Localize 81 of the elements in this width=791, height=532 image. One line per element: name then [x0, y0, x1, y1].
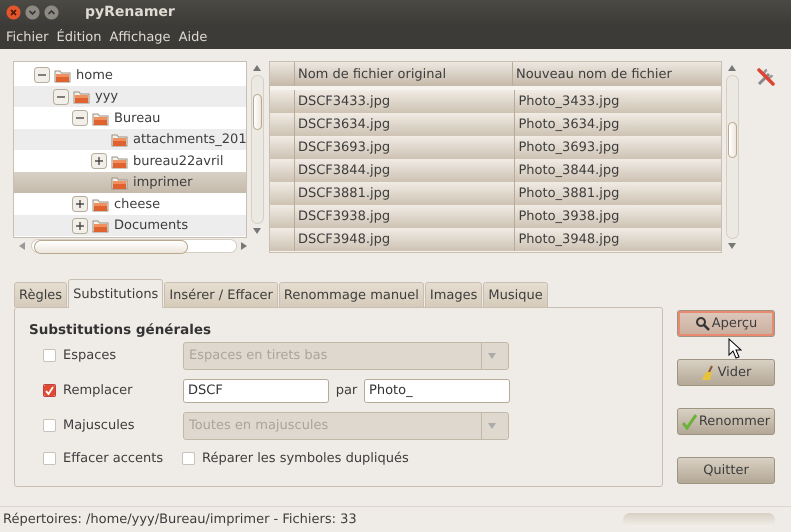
button[interactable]: Renommer [677, 408, 775, 436]
table-cell-text: Photo_3844.jpg [517, 162, 620, 180]
expand-icon[interactable] [72, 218, 88, 234]
table-cell-text: Photo_3693.jpg [517, 139, 620, 158]
checkbox-label: Remplacer [63, 383, 134, 398]
tree-item[interactable]: bureau22avril [14, 150, 246, 172]
tree-item[interactable]: imprimer [14, 172, 246, 194]
button[interactable]: Aperçu [677, 310, 775, 338]
scrollbar-track[interactable] [31, 239, 237, 254]
folder-icon [92, 110, 109, 126]
checkbox-label: Effacer accents [63, 450, 164, 466]
column-header[interactable]: Nouveau nom de fichier [513, 62, 719, 86]
input-field[interactable]: DSCF [183, 378, 329, 403]
checkmark-icon [682, 414, 697, 430]
checkbox-label: Réparer les symboles dupliqués [202, 450, 409, 466]
scrollbar-thumb[interactable] [34, 240, 188, 254]
collapse-icon[interactable] [53, 88, 69, 105]
folder-icon [54, 68, 71, 83]
tab[interactable]: Images [424, 282, 482, 308]
table-cell-text: Photo_3433.jpg [517, 93, 620, 112]
scrollbar-thumb[interactable] [728, 122, 737, 158]
dropdown-arrow-icon [488, 422, 496, 429]
status-text: Répertoires: /home/yyy/Bureau/imprimer - Fichiers: 33 [3, 512, 358, 528]
table-cell-text: Photo_3634.jpg [517, 116, 620, 134]
scroll-left-icon [19, 242, 25, 250]
expand-icon[interactable] [91, 153, 107, 170]
tree-item[interactable]: home [14, 64, 246, 86]
collapse-icon[interactable] [34, 67, 50, 84]
scroll-up-icon [253, 65, 262, 72]
checkbox[interactable] [43, 384, 56, 398]
tree-item[interactable]: attachments_201 [14, 128, 246, 150]
tab[interactable]: Renommage manuel [278, 282, 424, 308]
button[interactable]: Vider [677, 359, 775, 386]
menu-item[interactable]: Aide [174, 30, 212, 44]
column-header[interactable]: Nom de fichier original [295, 62, 513, 86]
checkbox[interactable] [182, 452, 195, 465]
input-field[interactable]: Photo_ [364, 378, 510, 403]
window-title: pyRenamer [85, 4, 175, 20]
minimize-icon [25, 4, 40, 20]
scroll-down-icon [253, 228, 262, 234]
checkbox-label: Majuscules [63, 418, 136, 434]
folder-icon [92, 218, 109, 234]
tree-item[interactable]: Bureau [14, 107, 246, 129]
mouse-pointer-icon [728, 338, 742, 359]
folder-icon [111, 154, 128, 169]
tree-item[interactable]: Documents [14, 214, 246, 236]
expand-icon[interactable] [72, 196, 88, 212]
close-icon [6, 4, 21, 20]
menu-item[interactable]: Édition [52, 30, 106, 44]
tab[interactable]: Musique [483, 282, 548, 308]
folder-icon [92, 196, 109, 212]
tab[interactable]: Substitutions [68, 279, 164, 308]
scroll-right-icon [241, 242, 247, 250]
checkbox-label: Espaces [63, 348, 118, 364]
menu-item[interactable]: Fichier [2, 30, 52, 44]
field-label: par [334, 383, 358, 398]
button[interactable]: Quitter [677, 457, 775, 484]
folder-icon [111, 132, 128, 148]
collapse-icon[interactable] [72, 110, 88, 126]
scroll-down-icon [728, 243, 736, 250]
search-icon [694, 316, 710, 332]
tree-item[interactable]: yyy [14, 86, 246, 108]
tab[interactable]: Règles [14, 282, 68, 308]
tools-icon [755, 66, 777, 88]
table-cell-text: Photo_3881.jpg [517, 185, 620, 204]
table-cell-text: Photo_3948.jpg [517, 231, 620, 250]
scrollbar-track[interactable] [251, 75, 264, 224]
folder-icon [73, 89, 90, 104]
checkbox[interactable] [43, 452, 56, 465]
menu-item[interactable]: Affichage [105, 30, 175, 44]
tab[interactable]: Insérer / Effacer [164, 282, 278, 308]
section-title: Substitutions générales [29, 322, 212, 338]
scrollbar-thumb[interactable] [253, 94, 262, 130]
folder-icon [111, 175, 128, 190]
table-cell: DSCF3948.jpg [294, 228, 516, 252]
table-cell-text: Photo_3938.jpg [517, 208, 620, 226]
maximize-icon [44, 4, 59, 20]
scrollbar-track[interactable] [726, 75, 739, 240]
scroll-up-icon [728, 65, 736, 72]
tree-item[interactable]: cheese [14, 193, 246, 215]
dropdown-arrow-icon [488, 352, 496, 359]
